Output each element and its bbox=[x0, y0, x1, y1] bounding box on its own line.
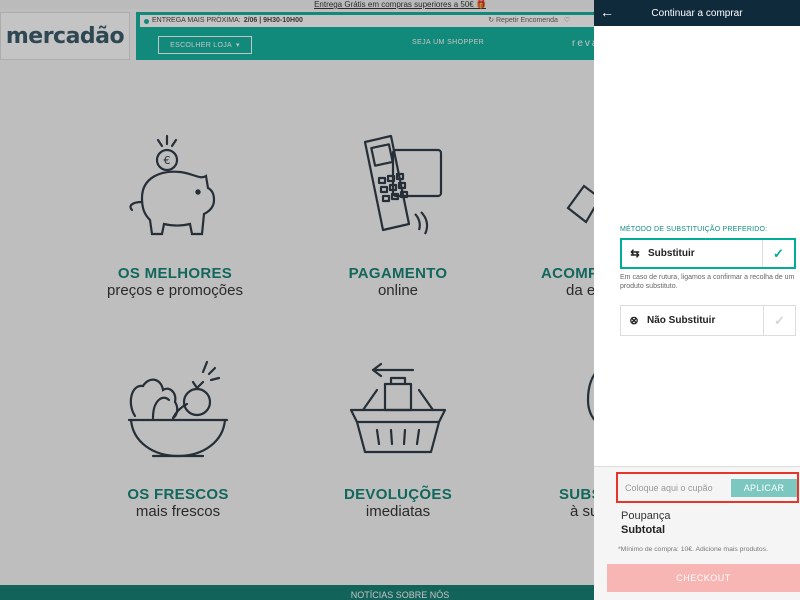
option-no-substitute[interactable]: ⊗ Não Substituir ✓ bbox=[620, 305, 796, 336]
subtotal-label: Subtotal bbox=[621, 524, 665, 536]
savings-label: Poupança bbox=[621, 510, 671, 522]
substitution-method-label: MÉTODO DE SUBSTITUIÇÃO PREFERIDO: bbox=[620, 226, 768, 233]
option-label: Não Substituir bbox=[647, 315, 716, 326]
option-label: Substituir bbox=[648, 248, 695, 259]
substitute-hint: Em caso de rutura, ligamos a confirmar a… bbox=[620, 274, 795, 290]
swap-arrows-icon: ⇆ bbox=[630, 248, 640, 260]
panel-header: ← Continuar a comprar bbox=[594, 0, 800, 26]
check-icon: ✓ bbox=[763, 306, 795, 335]
panel-title: Continuar a comprar bbox=[651, 7, 743, 19]
circle-x-icon: ⊗ bbox=[629, 315, 639, 327]
checkout-button[interactable]: CHECKOUT bbox=[607, 564, 800, 592]
apply-coupon-button[interactable]: APLICAR bbox=[731, 479, 797, 497]
check-icon: ✓ bbox=[762, 240, 794, 267]
coupon-input[interactable] bbox=[622, 478, 730, 498]
option-substitute[interactable]: ⇆ Substituir ✓ bbox=[620, 238, 796, 269]
modal-backdrop[interactable] bbox=[0, 0, 594, 600]
minimum-purchase-note: *Mínimo de compra: 10€. Adicione mais pr… bbox=[618, 546, 768, 553]
coupon-section: APLICAR bbox=[616, 472, 799, 503]
back-arrow-icon[interactable]: ← bbox=[600, 4, 614, 20]
